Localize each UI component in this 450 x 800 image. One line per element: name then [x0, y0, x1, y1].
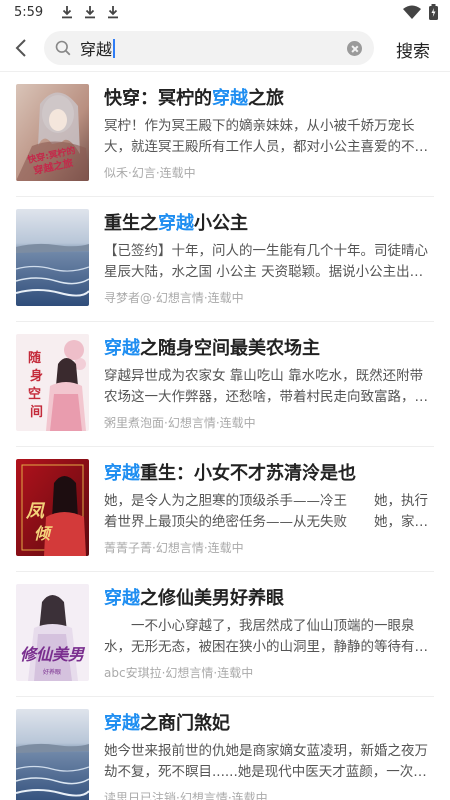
battery-icon — [429, 4, 438, 24]
book-meta: abc安琪拉·幻想言情·连载中 — [104, 666, 254, 680]
search-button[interactable]: 搜索 — [396, 37, 430, 62]
text-cursor — [113, 38, 116, 58]
svg-text:随: 随 — [28, 350, 41, 366]
svg-text:空: 空 — [28, 386, 41, 402]
book-title[interactable]: 穿越之随身空间最美农场主 — [104, 334, 320, 360]
chevron-left-icon — [15, 39, 26, 57]
book-cover[interactable] — [16, 209, 89, 306]
book-meta: 菁菁子菁·幻想言情·连载中 — [104, 541, 244, 555]
book-cover[interactable]: 随 身 空 间 — [16, 334, 89, 431]
search-results-list: 快穿:冥柠的 穿越之旅 快穿：冥柠的穿越之旅 冥柠！作为冥王殿下的嫡亲妹妹，从小… — [0, 72, 450, 800]
book-title[interactable]: 穿越重生：小女不才苏清泠是也 — [104, 459, 356, 485]
search-icon — [55, 40, 71, 56]
book-cover[interactable]: 修仙美男 好养眼 — [16, 584, 89, 681]
book-description: 冥柠！作为冥王殿下的嫡亲妹妹，从小被千娇万宠长大，就连冥王殿所有工作人员，都对小… — [104, 118, 428, 155]
wifi-icon — [403, 5, 421, 23]
book-cover[interactable] — [16, 709, 89, 800]
book-meta: 粥里煮泡面·幻想言情·连载中 — [104, 416, 256, 430]
download-icon — [61, 5, 73, 19]
book-meta: 读思日已注销·幻想言情·连载中 — [104, 791, 268, 800]
book-meta: 寻梦者@·幻想言情·连载中 — [104, 291, 244, 305]
book-title[interactable]: 重生之穿越小公主 — [104, 209, 248, 235]
search-header: 穿越 搜索 — [0, 28, 450, 68]
result-item[interactable]: 穿越之商门煞妃 她今世来报前世的仇她是商家嫡女蓝凌玥，新婚之夜万劫不复，死不瞑目… — [0, 697, 450, 800]
book-description: 一不小心穿越了，我居然成了仙山顶端的一眼泉水，无形无态，被困在狭小的山洞里，静静… — [104, 618, 428, 655]
book-title[interactable]: 快穿：冥柠的穿越之旅 — [104, 84, 284, 110]
result-item[interactable]: 快穿:冥柠的 穿越之旅 快穿：冥柠的穿越之旅 冥柠！作为冥王殿下的嫡亲妹妹，从小… — [0, 72, 450, 197]
svg-text:间: 间 — [30, 404, 43, 420]
download-icon — [84, 5, 96, 19]
search-query: 穿越 — [80, 40, 113, 59]
back-button[interactable] — [12, 36, 32, 60]
book-cover[interactable]: 快穿:冥柠的 穿越之旅 — [16, 84, 89, 181]
status-time: 5:59 — [14, 4, 44, 20]
book-description: 穿越异世成为农家女 靠山吃山 靠水吃水，既然还附带农场这一大作弊器，还愁啥，带着… — [104, 368, 428, 405]
book-cover[interactable]: 凤 倾 — [16, 459, 89, 556]
result-item[interactable]: 凤 倾 穿越重生：小女不才苏清泠是也 她，是令人为之胆寒的顶级杀手——冷王 她，… — [0, 447, 450, 572]
book-title[interactable]: 穿越之修仙美男好养眼 — [104, 584, 284, 610]
result-item[interactable]: 随 身 空 间 穿越之随身空间最美农场主 穿越异世成为农家女 靠山吃山 靠水吃水… — [0, 322, 450, 447]
book-description: 【已签约】十年，问人的一生能有几个十年。司徒晴心星辰大陆，水之国 小公主 天资聪… — [104, 243, 428, 280]
clear-search-button[interactable] — [347, 41, 362, 56]
result-item[interactable]: 重生之穿越小公主 【已签约】十年，问人的一生能有几个十年。司徒晴心星辰大陆，水之… — [0, 197, 450, 322]
status-bar: 5:59 — [0, 0, 450, 24]
download-icon — [107, 5, 119, 19]
search-input[interactable]: 穿越 — [80, 38, 330, 59]
svg-text:身: 身 — [30, 368, 43, 384]
book-description: 她今世来报前世的仇她是商家嫡女蓝凌玥，新婚之夜万劫不复，死不瞑目......她是… — [104, 743, 428, 780]
status-indicators — [403, 4, 438, 24]
result-item[interactable]: 修仙美男 好养眼 穿越之修仙美男好养眼 一不小心穿越了，我居然成了仙山顶端的一眼… — [0, 572, 450, 697]
search-box[interactable]: 穿越 — [44, 31, 374, 65]
book-meta: 似禾·幻言·连载中 — [104, 166, 196, 180]
svg-text:凤: 凤 — [25, 501, 46, 522]
book-title[interactable]: 穿越之商门煞妃 — [104, 709, 230, 735]
svg-text:好养眼: 好养眼 — [43, 668, 61, 676]
book-description: 她，是令人为之胆寒的顶级杀手——冷王 她，执行着世界上最顶尖的绝密任务——从无失… — [104, 493, 428, 530]
svg-text:修仙美男: 修仙美男 — [20, 645, 86, 664]
